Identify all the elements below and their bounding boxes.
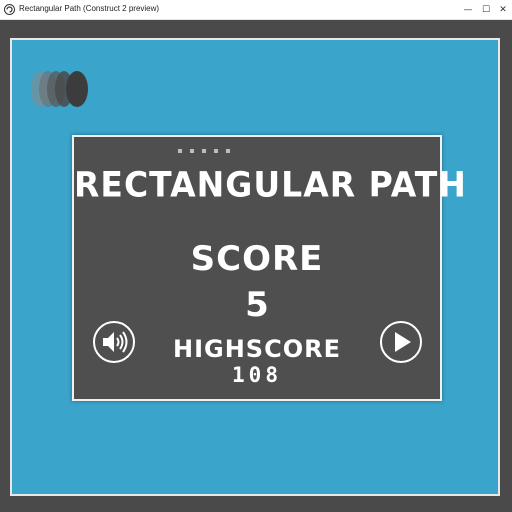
sound-toggle-button[interactable] — [93, 321, 135, 363]
dot — [190, 149, 194, 153]
dot — [214, 149, 218, 153]
score-label: SCORE — [190, 239, 324, 279]
dot — [202, 149, 206, 153]
window-title: Rectangular Path (Construct 2 preview) — [19, 4, 160, 13]
playfield: RECTANGULAR PATH SCORE 5 HIGHSCORE 108 — [10, 38, 500, 496]
dot — [226, 149, 230, 153]
ball-trail — [31, 71, 88, 107]
game-canvas[interactable]: RECTANGULAR PATH SCORE 5 HIGHSCORE 108 — [0, 20, 512, 512]
decorative-dots — [178, 149, 248, 157]
game-title: RECTANGULAR PATH — [74, 164, 467, 205]
window-titlebar: Rectangular Path (Construct 2 preview) —… — [0, 0, 512, 20]
speaker-icon — [103, 331, 128, 353]
highscore-value: 108 — [232, 363, 282, 387]
dot — [178, 149, 182, 153]
close-button[interactable]: ✕ — [492, 2, 512, 18]
play-button[interactable] — [380, 321, 422, 363]
score-value: 5 — [245, 285, 269, 325]
game-over-panel: RECTANGULAR PATH SCORE 5 HIGHSCORE 108 — [72, 135, 467, 401]
construct-app-icon — [4, 4, 15, 15]
play-icon — [395, 332, 411, 352]
player-ball — [66, 71, 88, 107]
